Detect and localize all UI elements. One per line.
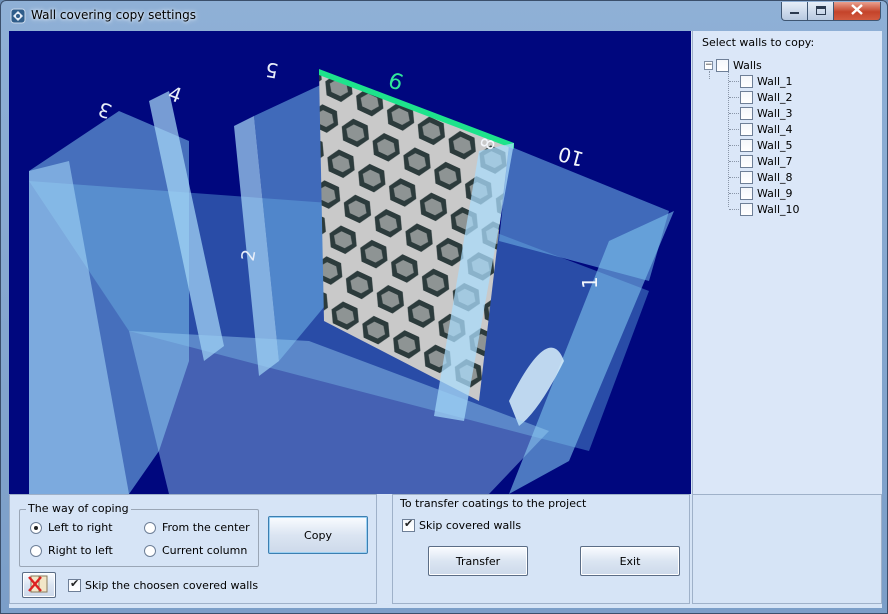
tree-item-label: Wall_10 — [757, 202, 800, 216]
tree-item-wall-1[interactable]: Wall_1 — [740, 73, 793, 89]
skip-covered-checkbox[interactable] — [402, 517, 415, 532]
wall-label-1: 1 — [578, 276, 602, 289]
tree-root-walls[interactable]: − Walls — [704, 57, 762, 73]
tree-item-wall-5[interactable]: Wall_5 — [740, 137, 793, 153]
tree-item-wall-10[interactable]: Wall_10 — [740, 201, 800, 217]
skip-chosen-checkbox[interactable] — [68, 577, 81, 592]
radio-left-to-right[interactable]: Left to right — [30, 521, 113, 534]
wall-label-10: 10 — [556, 142, 587, 172]
tree-item-wall-8[interactable]: Wall_8 — [740, 169, 793, 185]
app-icon — [10, 8, 26, 24]
tree-item-label: Wall_9 — [757, 186, 793, 200]
tree-item-label: Wall_4 — [757, 122, 793, 136]
radio-label: Right to left — [48, 544, 113, 557]
skip-covered-label: Skip covered walls — [419, 519, 522, 532]
tree-item-wall-3[interactable]: Wall_3 — [740, 105, 793, 121]
skip-covered-walls[interactable]: Skip covered walls — [402, 517, 522, 532]
tree-root-label: Walls — [733, 58, 762, 72]
transfer-button[interactable]: Transfer — [428, 546, 528, 576]
tree-expander[interactable]: − — [704, 60, 713, 70]
tree-branch — [729, 81, 739, 82]
tree-item-wall-4[interactable]: Wall_4 — [740, 121, 793, 137]
tree-item-label: Wall_7 — [757, 154, 793, 168]
3d-viewport[interactable]: 3 4 5 6 10 8 2 1 — [9, 31, 691, 494]
wall-checkbox[interactable] — [740, 202, 753, 216]
transfer-panel: To transfer coatings to the project Skip… — [392, 494, 690, 604]
skip-chosen-covered-walls[interactable]: Skip the choosen covered walls — [68, 577, 259, 592]
dialog-window: Wall covering copy settings 3 4 5 6 10 8… — [0, 0, 888, 614]
minimize-button[interactable] — [781, 2, 808, 21]
tree-item-wall-2[interactable]: Wall_2 — [740, 89, 793, 105]
wall-checkbox[interactable] — [740, 106, 753, 120]
wall-label-5: 5 — [263, 57, 280, 83]
radio-label: Current column — [162, 544, 248, 557]
coping-panel: The way of coping Left to right From the… — [9, 494, 377, 604]
tree-branch — [729, 97, 739, 98]
tree-label: Select walls to copy: — [702, 36, 815, 49]
wall-label-6: 6 — [385, 68, 407, 96]
bottom-controls: The way of coping Left to right From the… — [9, 494, 882, 608]
wall-checkbox[interactable] — [740, 74, 753, 88]
transfer-title: To transfer coatings to the project — [400, 497, 587, 510]
client-area: 3 4 5 6 10 8 2 1 Select walls to copy: −… — [9, 31, 882, 608]
tree-branch — [729, 145, 739, 146]
coping-groupbox: The way of coping Left to right From the… — [19, 502, 259, 567]
radio-dot[interactable] — [144, 544, 156, 557]
tree-branch — [729, 113, 739, 114]
title-bar[interactable]: Wall covering copy settings — [1, 1, 887, 31]
tree-line — [728, 71, 729, 207]
tree-item-label: Wall_3 — [757, 106, 793, 120]
radio-label: Left to right — [48, 521, 113, 534]
tree-branch — [729, 177, 739, 178]
wall-checkbox[interactable] — [740, 170, 753, 184]
radio-current-column[interactable]: Current column — [144, 544, 247, 557]
wall-checkbox[interactable] — [740, 154, 753, 168]
wall-checkbox[interactable] — [740, 90, 753, 104]
wall-checkbox[interactable] — [740, 122, 753, 136]
wall-checkbox[interactable] — [740, 138, 753, 152]
copy-button[interactable]: Copy — [268, 516, 368, 554]
close-button[interactable] — [833, 2, 881, 21]
delete-coverings-button[interactable] — [22, 572, 56, 598]
minimize-icon — [789, 4, 800, 18]
wall-select-panel: Select walls to copy: − Walls Wall_1 Wal… — [692, 31, 882, 494]
tree-item-label: Wall_2 — [757, 90, 793, 104]
radio-dot[interactable] — [30, 544, 42, 557]
tree-branch — [729, 209, 739, 210]
tree-branch — [729, 129, 739, 130]
radio-dot[interactable] — [30, 521, 42, 534]
radio-dot[interactable] — [144, 521, 156, 534]
walls-root-checkbox[interactable] — [716, 58, 729, 72]
close-icon — [851, 4, 863, 18]
radio-right-to-left[interactable]: Right to left — [30, 544, 113, 557]
maximize-icon — [815, 4, 826, 18]
coping-group-title: The way of coping — [26, 502, 131, 515]
empty-status-panel — [692, 494, 882, 604]
radio-from-center[interactable]: From the center — [144, 521, 250, 534]
delete-coverings-icon — [26, 574, 52, 597]
radio-label: From the center — [162, 521, 250, 534]
tree-branch — [729, 161, 739, 162]
tree-item-label: Wall_1 — [757, 74, 793, 88]
tree-item-label: Wall_8 — [757, 170, 793, 184]
tree-branch — [729, 193, 739, 194]
tree-item-label: Wall_5 — [757, 138, 793, 152]
window-title: Wall covering copy settings — [31, 8, 196, 22]
maximize-button[interactable] — [807, 2, 834, 21]
wall-checkbox[interactable] — [740, 186, 753, 200]
tree-item-wall-9[interactable]: Wall_9 — [740, 185, 793, 201]
exit-button[interactable]: Exit — [580, 546, 680, 576]
wall-label-4: 4 — [165, 81, 185, 108]
tree-item-wall-7[interactable]: Wall_7 — [740, 153, 793, 169]
walls-tree[interactable]: − Walls Wall_1 Wall_2 Wall_3 Wall_4 Wall… — [699, 57, 879, 237]
skip-chosen-label: Skip the choosen covered walls — [85, 579, 259, 592]
